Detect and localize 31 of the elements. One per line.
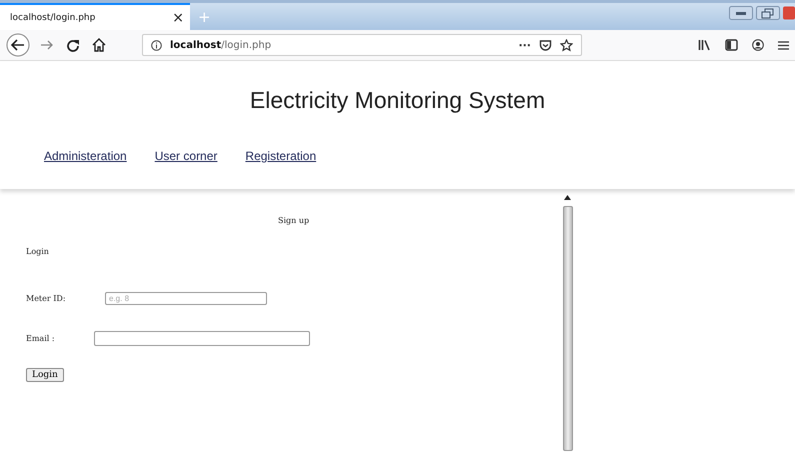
account-icon[interactable] bbox=[752, 39, 764, 51]
pocket-icon[interactable] bbox=[539, 38, 552, 52]
input-field[interactable]: e.g. 8 bbox=[105, 292, 267, 305]
site-title: Electricity Monitoring System bbox=[248, 86, 546, 114]
field-label: Email : bbox=[26, 334, 56, 343]
reload-icon[interactable] bbox=[66, 38, 80, 52]
login-button[interactable]: Login bbox=[26, 368, 64, 382]
menu-icon[interactable] bbox=[778, 40, 789, 50]
form-subheading: Login bbox=[26, 246, 50, 256]
nav-link[interactable]: Administeration bbox=[44, 149, 127, 163]
library-icon[interactable] bbox=[698, 39, 711, 51]
star-icon[interactable] bbox=[560, 38, 573, 52]
info-icon[interactable] bbox=[151, 40, 162, 50]
page-actions-button[interactable]: ··· bbox=[518, 38, 531, 52]
address-bar[interactable]: localhost/login.php ··· bbox=[142, 34, 582, 56]
scroll-up-icon[interactable] bbox=[564, 195, 571, 200]
restore-icon[interactable] bbox=[756, 6, 780, 20]
browser-tab[interactable]: localhost/login.php × bbox=[0, 3, 190, 30]
close-icon[interactable]: × bbox=[172, 10, 184, 26]
minimize-icon[interactable] bbox=[729, 6, 753, 20]
scrollbar-thumb[interactable] bbox=[562, 206, 572, 451]
field-label: Meter ID: bbox=[26, 294, 67, 303]
home-icon[interactable] bbox=[92, 38, 106, 52]
back-icon[interactable] bbox=[6, 33, 30, 57]
nav-link[interactable]: Registeration bbox=[245, 149, 316, 163]
nav-link[interactable]: User corner bbox=[154, 149, 218, 163]
input-field[interactable] bbox=[94, 331, 310, 346]
sidebar-icon[interactable] bbox=[725, 39, 738, 51]
form-heading: Sign up bbox=[277, 215, 310, 225]
forward-icon[interactable] bbox=[40, 38, 54, 52]
url-text: localhost/login.php bbox=[170, 40, 272, 50]
